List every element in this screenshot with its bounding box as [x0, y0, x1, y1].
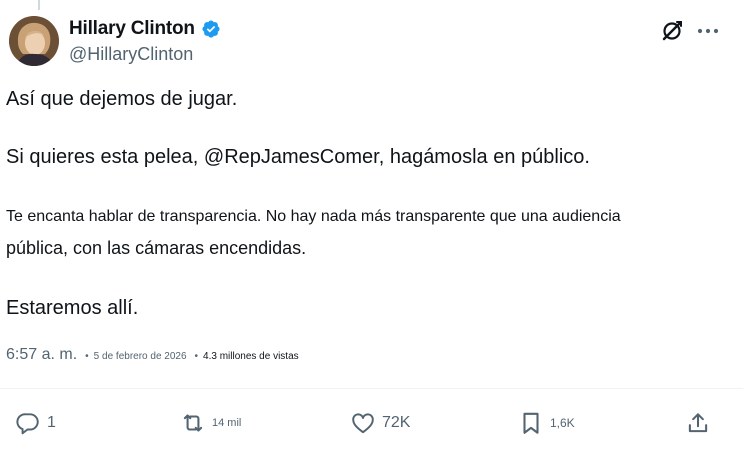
tweet-card: Hillary Clinton @HillaryClinton Así que …: [0, 0, 743, 468]
heart-icon: [352, 413, 374, 434]
meta-separator: •: [85, 351, 89, 362]
author-name-row: Hillary Clinton: [69, 18, 221, 40]
like-count: 72K: [382, 414, 411, 431]
post-views[interactable]: 4.3 millones de vistas: [203, 351, 299, 362]
avatar[interactable]: [9, 16, 59, 66]
reply-count: 1: [47, 414, 56, 431]
bookmark-button[interactable]: 1,6K: [518, 405, 575, 441]
author-display-name[interactable]: Hillary Clinton: [69, 18, 195, 40]
reply-button[interactable]: 1: [15, 405, 56, 441]
bookmark-icon: [523, 412, 539, 434]
bookmark-count: 1,6K: [550, 416, 575, 430]
post-text-paragraph-3-line-1: Te encanta hablar de transparencia. No h…: [6, 208, 621, 225]
author-handle[interactable]: @HillaryClinton: [69, 44, 193, 65]
repost-button[interactable]: 14 mil: [180, 405, 241, 441]
reply-icon: [16, 413, 39, 435]
post-text-paragraph-3-line-2: pública, con las cámaras encendidas.: [6, 238, 307, 258]
avatar-portrait-icon: [9, 16, 59, 66]
post-metadata: 6:57 a. m. • 5 de febrero de 2026 • 4.3 …: [6, 346, 299, 364]
action-bar: 1 14 mil 72K 1,6K: [0, 405, 743, 445]
post-text-paragraph-1: Así que dejemos de jugar.: [6, 88, 238, 110]
thread-connector-line: [38, 0, 40, 10]
post-text-paragraph-4: Estaremos allí.: [6, 297, 139, 319]
more-options-icon: [697, 28, 719, 34]
repost-count: 14 mil: [212, 417, 242, 429]
share-button[interactable]: [685, 405, 711, 441]
grok-icon: [662, 21, 682, 41]
post-date[interactable]: 5 de febrero de 2026: [94, 351, 187, 362]
like-button[interactable]: 72K: [350, 405, 410, 441]
share-icon: [688, 413, 708, 433]
more-options-button[interactable]: [694, 17, 722, 45]
meta-separator: •: [194, 351, 199, 362]
post-text-paragraph-2: Si quieres esta pelea, @RepJamesComer, h…: [6, 146, 590, 168]
repost-icon: [183, 414, 203, 432]
divider: [0, 388, 743, 389]
post-time[interactable]: 6:57 a. m.: [6, 346, 77, 364]
verified-badge-icon: [202, 20, 220, 38]
grok-button[interactable]: [658, 17, 686, 45]
